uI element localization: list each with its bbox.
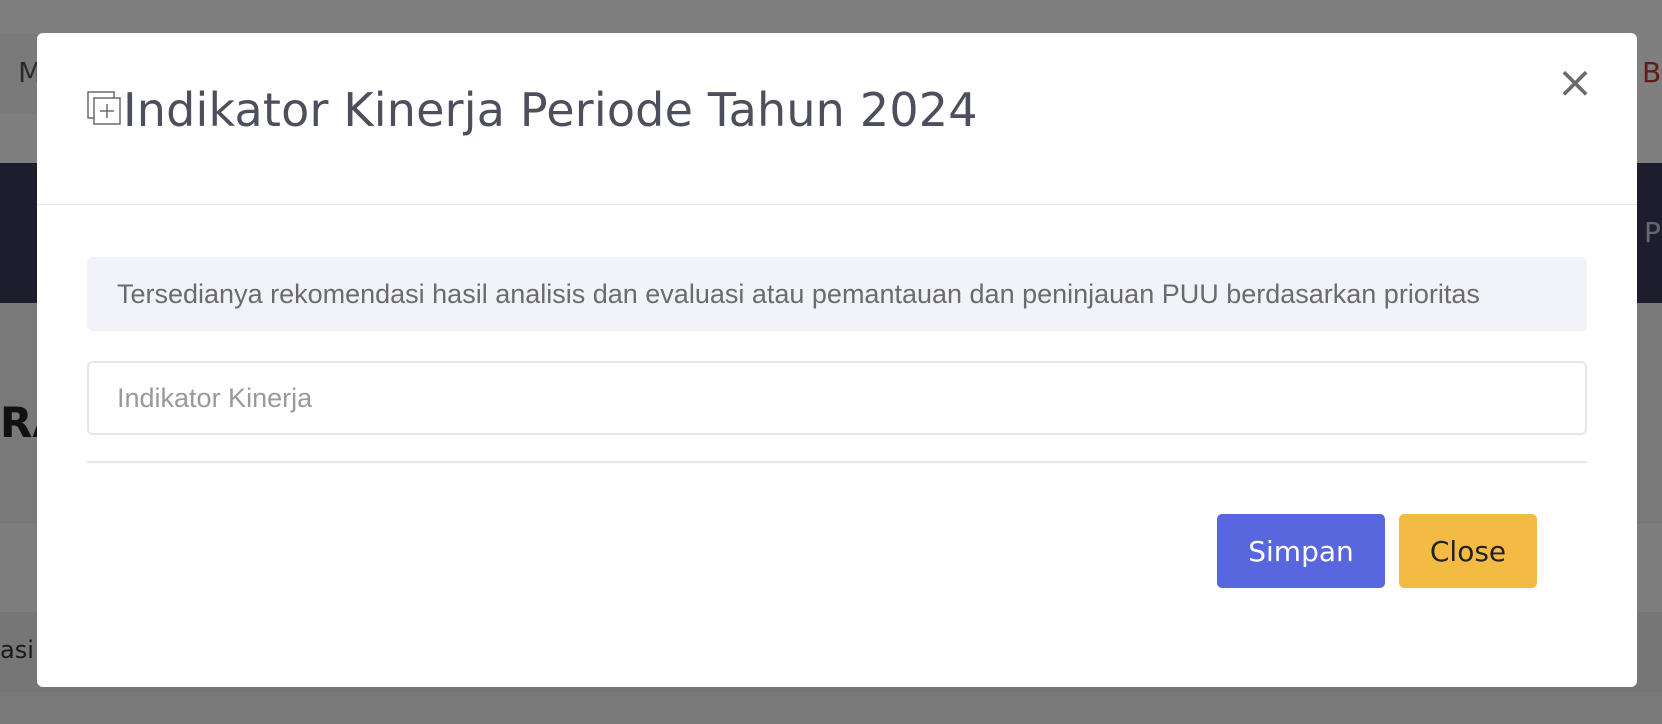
add-copy-icon: [87, 91, 121, 125]
close-icon[interactable]: ×: [1555, 61, 1595, 105]
info-text: Tersedianya rekomendasi hasil analisis d…: [117, 278, 1480, 309]
modal-dialog: Indikator Kinerja Periode Tahun 2024 × T…: [37, 33, 1637, 687]
modal-title: Indikator Kinerja Periode Tahun 2024: [123, 83, 978, 137]
save-button[interactable]: Simpan: [1217, 514, 1385, 588]
indikator-kinerja-input[interactable]: [87, 361, 1587, 435]
close-button[interactable]: Close: [1399, 514, 1537, 588]
info-box: Tersedianya rekomendasi hasil analisis d…: [87, 257, 1587, 331]
modal-header: Indikator Kinerja Periode Tahun 2024 ×: [37, 33, 1637, 205]
form-divider: [87, 461, 1587, 463]
